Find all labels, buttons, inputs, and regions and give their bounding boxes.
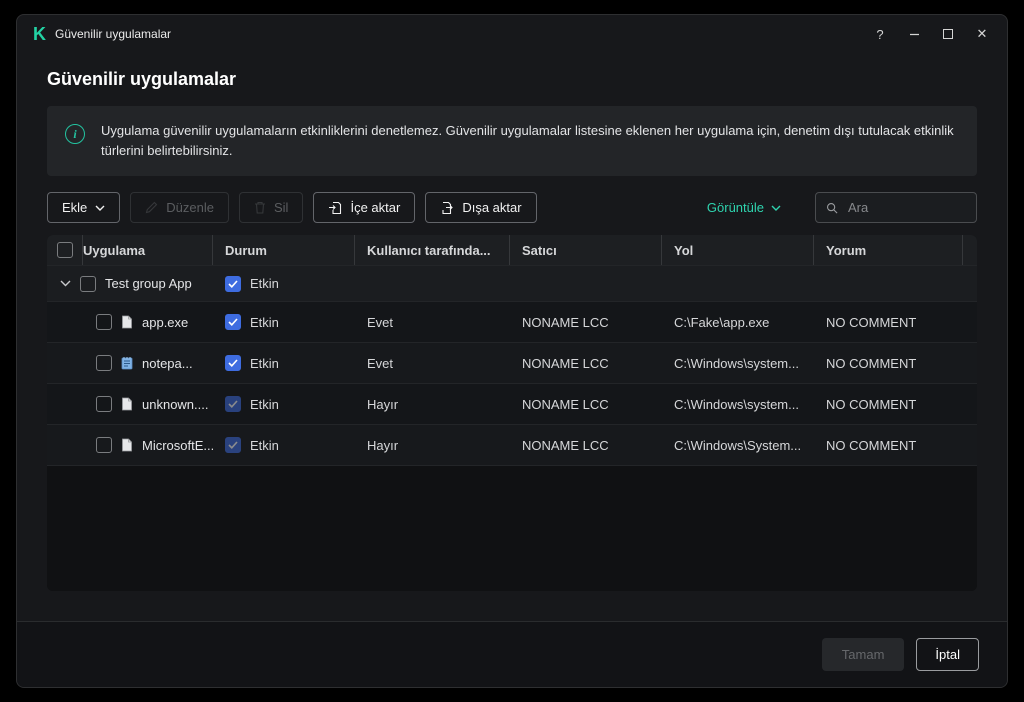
table-row[interactable]: notepa... Etkin Evet NONAME LCC C:\Windo… — [47, 343, 977, 385]
app-name: notepa... — [142, 355, 193, 371]
edit-button-label: Düzenle — [166, 200, 214, 216]
footer-bar: Tamam İptal — [17, 621, 1007, 687]
app-name: unknown.... — [142, 396, 209, 412]
column-header-kullanici[interactable]: Kullanıcı tarafında... — [355, 235, 510, 266]
table-row[interactable]: unknown.... Etkin Hayır NONAME LCC C:\Wi… — [47, 384, 977, 426]
file-icon — [121, 438, 133, 452]
search-box[interactable] — [815, 192, 977, 224]
column-header-yol[interactable]: Yol — [662, 235, 814, 266]
maximize-button[interactable] — [933, 20, 963, 48]
chevron-down-icon — [95, 205, 105, 211]
table-row[interactable]: MicrosoftE... Etkin Hayır NONAME LCC C:\… — [47, 425, 977, 467]
user-defined-cell: Evet — [367, 314, 394, 330]
user-defined-cell: Evet — [367, 355, 394, 371]
row-checkbox[interactable] — [96, 314, 112, 331]
kaspersky-logo-icon: K — [33, 24, 46, 44]
vendor-cell: NONAME LCC — [522, 437, 609, 453]
table-group-row[interactable]: Test group App Etkin — [47, 266, 977, 303]
comment-cell: NO COMMENT — [826, 355, 917, 371]
close-button[interactable]: ✕ — [967, 20, 997, 48]
minimize-icon — [909, 33, 919, 35]
user-defined-cell: Hayır — [367, 437, 399, 453]
collapse-group-icon[interactable] — [60, 280, 71, 287]
help-button[interactable]: ? — [865, 20, 895, 48]
table-empty-area — [47, 466, 977, 592]
status-label: Etkin — [250, 355, 279, 371]
maximize-icon — [943, 29, 953, 39]
import-icon — [329, 201, 342, 214]
table-header-row: Uygulama Durum Kullanıcı tarafında... Sa… — [47, 235, 977, 267]
status-checkbox[interactable] — [225, 355, 241, 372]
export-icon — [442, 201, 454, 214]
group-name: Test group App — [105, 276, 192, 292]
info-banner-text: Uygulama güvenilir uygulamaların etkinli… — [101, 123, 954, 159]
ok-button[interactable]: Tamam — [821, 638, 905, 671]
page-title: Güvenilir uygulamalar — [47, 69, 237, 89]
status-label: Etkin — [250, 396, 279, 412]
app-name: app.exe — [142, 314, 189, 330]
info-icon: i — [65, 124, 85, 144]
vendor-cell: NONAME LCC — [522, 396, 609, 412]
window-title: Güvenilir uygulamalar — [55, 27, 172, 41]
import-button[interactable]: İçe aktar — [313, 192, 416, 224]
status-checkbox[interactable] — [225, 314, 241, 331]
select-all-checkbox[interactable] — [56, 242, 73, 259]
trash-icon — [255, 202, 265, 214]
row-checkbox[interactable] — [96, 355, 112, 372]
edit-button[interactable]: Düzenle — [130, 192, 229, 224]
path-cell: C:\Windows\system... — [674, 396, 799, 412]
view-dropdown-label: Görüntüle — [706, 200, 764, 216]
delete-button-label: Sil — [274, 200, 289, 216]
column-header-satici[interactable]: Satıcı — [510, 235, 662, 266]
group-status-label: Etkin — [250, 276, 279, 292]
status-checkbox[interactable] — [225, 437, 241, 454]
path-cell: C:\Windows\System... — [674, 437, 802, 453]
comment-cell: NO COMMENT — [826, 314, 917, 330]
comment-cell: NO COMMENT — [826, 437, 917, 453]
title-bar: K Güvenilir uygulamalar ? ✕ — [17, 15, 1007, 53]
path-cell: C:\Windows\system... — [674, 355, 799, 371]
vendor-cell: NONAME LCC — [522, 355, 609, 371]
search-icon — [826, 202, 838, 214]
content-area: Güvenilir uygulamalar i Uygulama güvenil… — [17, 53, 1007, 621]
import-button-label: İçe aktar — [350, 200, 401, 216]
pencil-icon — [146, 202, 158, 214]
add-button-label: Ekle — [62, 200, 88, 216]
delete-button[interactable]: Sil — [239, 192, 304, 224]
chevron-down-icon — [771, 205, 781, 211]
status-label: Etkin — [250, 314, 279, 330]
vendor-cell: NONAME LCC — [522, 314, 609, 330]
comment-cell: NO COMMENT — [826, 396, 917, 412]
user-defined-cell: Hayır — [367, 396, 399, 412]
applications-table: Uygulama Durum Kullanıcı tarafında... Sa… — [47, 235, 977, 592]
window-controls: ? ✕ — [865, 20, 997, 48]
export-button[interactable]: Dışa aktar — [425, 192, 537, 224]
table-row[interactable]: app.exe Etkin Evet NONAME LCC C:\Fake\ap… — [47, 302, 977, 344]
status-checkbox[interactable] — [225, 396, 241, 413]
view-dropdown[interactable]: Görüntüle — [701, 199, 787, 216]
search-input[interactable] — [845, 199, 966, 217]
group-status-checkbox[interactable] — [225, 275, 241, 292]
file-icon — [121, 315, 133, 329]
status-label: Etkin — [250, 437, 279, 453]
cancel-button[interactable]: İptal — [916, 638, 979, 671]
column-header-durum[interactable]: Durum — [213, 235, 355, 266]
app-window: K Güvenilir uygulamalar ? ✕ Güvenilir uy… — [16, 14, 1008, 688]
column-header-uygulama[interactable]: Uygulama — [83, 235, 213, 266]
group-row-checkbox[interactable] — [80, 275, 96, 292]
toolbar: Ekle Düzenle Sil İçe aktar Dışa aktar Gö… — [47, 192, 977, 224]
notepad-icon — [121, 356, 133, 370]
path-cell: C:\Fake\app.exe — [674, 314, 770, 330]
app-name: MicrosoftE... — [142, 437, 213, 453]
row-checkbox[interactable] — [96, 396, 112, 413]
minimize-button[interactable] — [899, 20, 929, 48]
row-checkbox[interactable] — [96, 437, 112, 454]
column-header-yorum[interactable]: Yorum — [814, 235, 963, 266]
column-header-spacer — [963, 235, 977, 265]
add-button[interactable]: Ekle — [47, 192, 121, 224]
export-button-label: Dışa aktar — [462, 200, 522, 216]
info-banner: i Uygulama güvenilir uygulamaların etkin… — [47, 106, 977, 177]
file-icon — [121, 397, 133, 411]
